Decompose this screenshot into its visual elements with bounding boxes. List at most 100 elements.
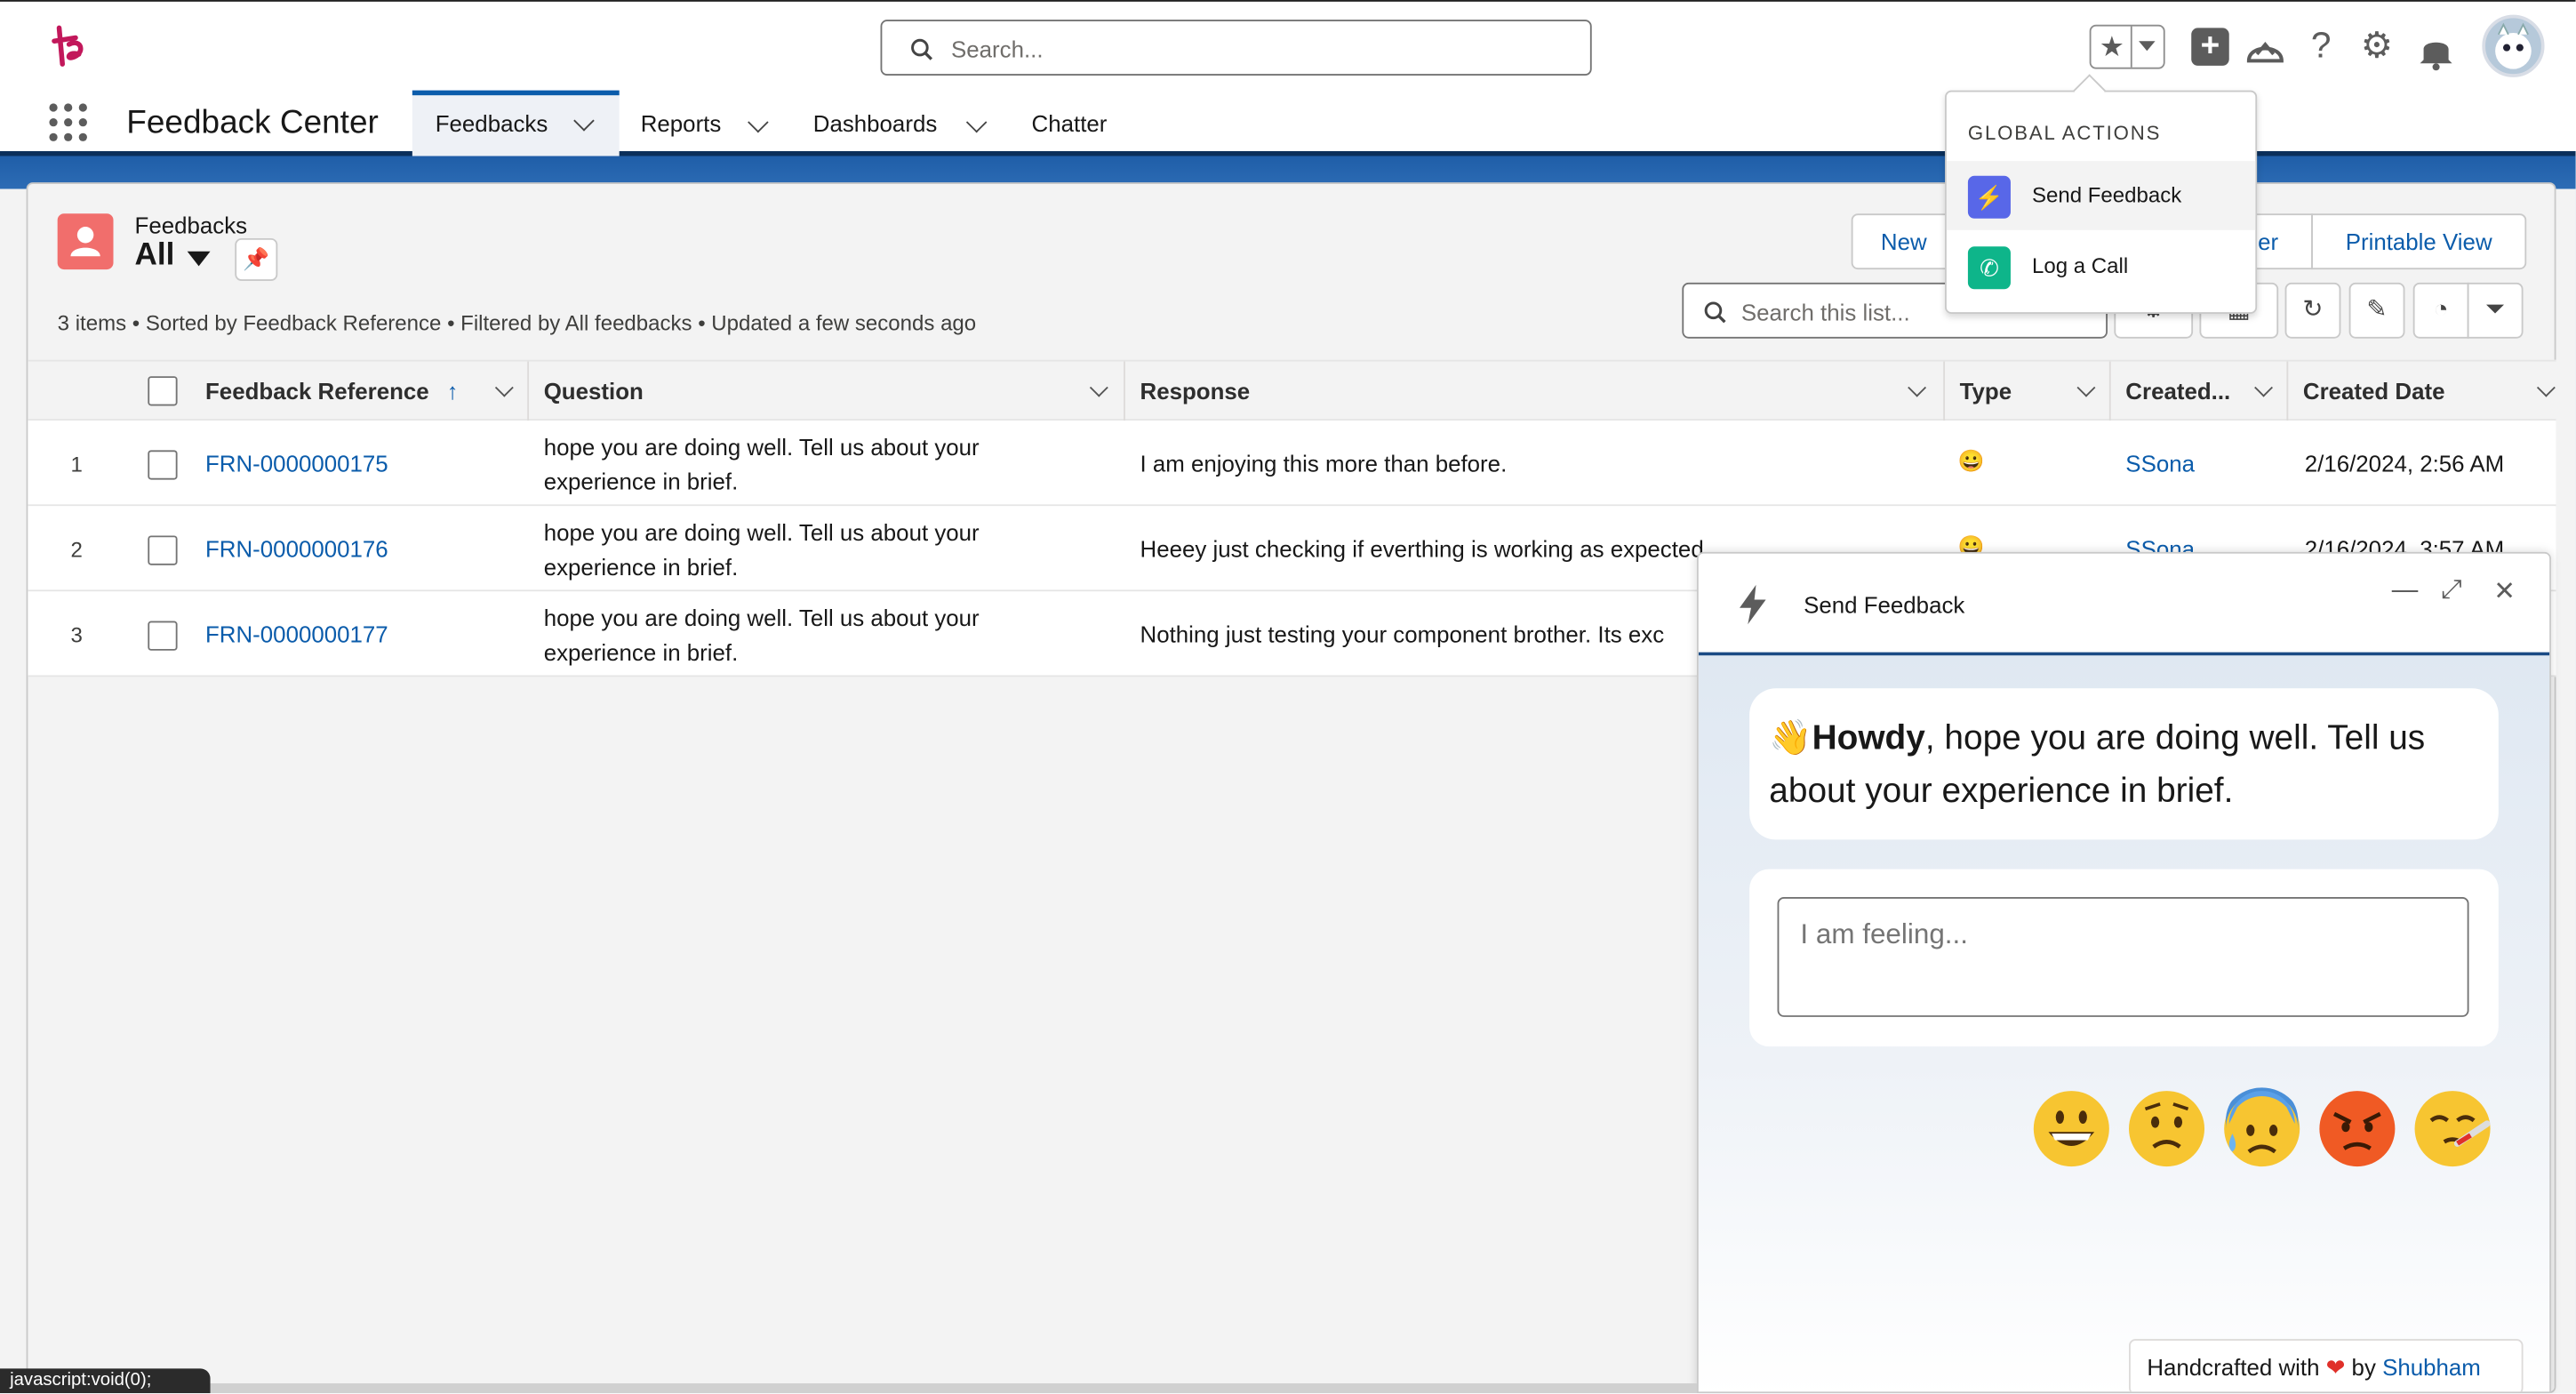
- credit-prefix: Handcrafted with: [2147, 1353, 2320, 1381]
- chevron-down-icon[interactable]: [1908, 378, 1927, 397]
- chevron-down-icon[interactable]: [748, 111, 769, 133]
- close-icon[interactable]: ✕: [2493, 575, 2516, 608]
- trailhead-icon[interactable]: [2244, 28, 2286, 74]
- tab-label: Reports: [640, 109, 722, 137]
- table-row[interactable]: 1 FRN-0000000175 hope you are doing well…: [28, 421, 2556, 507]
- row-checkbox[interactable]: [148, 621, 178, 651]
- global-actions-plus-icon[interactable]: +: [2191, 28, 2229, 66]
- horizontal-scrollbar[interactable]: [210, 1383, 1697, 1394]
- pie-chart-icon: ◔: [2433, 295, 2449, 324]
- response-cell: Nothing just testing your component brot…: [1140, 621, 1665, 648]
- app-logo[interactable]: [49, 21, 88, 70]
- row-checkbox[interactable]: [148, 450, 178, 480]
- send-feedback-panel: Send Feedback — ⤢ ✕ 👋Howdy, hope you are…: [1696, 551, 2551, 1394]
- menu-item-send-feedback[interactable]: ⚡ Send Feedback: [1946, 161, 2256, 230]
- tab-label: Dashboards: [812, 109, 938, 137]
- credit-by: by: [2351, 1353, 2376, 1381]
- waving-hand-icon: 👋: [1769, 719, 1812, 757]
- feedback-reference-link[interactable]: FRN-0000000176: [205, 535, 388, 562]
- refresh-icon: ↻: [2302, 295, 2324, 324]
- chevron-down-icon[interactable]: [2076, 378, 2096, 397]
- heart-icon: ❤: [2325, 1353, 2346, 1381]
- refresh-button[interactable]: ↻: [2284, 282, 2341, 339]
- menu-item-log-a-call[interactable]: ✆ Log a Call: [1947, 232, 2255, 301]
- list-view-switcher-caret-icon[interactable]: [187, 251, 211, 267]
- charts-button[interactable]: ◔: [2412, 282, 2469, 339]
- feedback-reference-link[interactable]: FRN-0000000177: [205, 621, 388, 648]
- favorites-button[interactable]: ★: [2089, 24, 2165, 69]
- lightning-bolt-icon: ⚡: [1967, 175, 2011, 219]
- greeting-message: 👋Howdy, hope you are doing well. Tell us…: [1749, 688, 2499, 840]
- worried-face-icon[interactable]: [2125, 1087, 2207, 1169]
- menu-item-label: Send Feedback: [2031, 182, 2182, 207]
- setup-gear-icon[interactable]: ⚙: [2356, 25, 2398, 71]
- filters-button[interactable]: ⏷: [2467, 282, 2524, 339]
- greeting-bold: Howdy: [1812, 719, 1925, 757]
- face-with-thermometer-icon[interactable]: [2412, 1087, 2493, 1169]
- chevron-down-icon[interactable]: [494, 378, 514, 397]
- column-header-response[interactable]: Response: [1140, 378, 1251, 405]
- inline-edit-button[interactable]: ✎: [2348, 282, 2405, 339]
- object-label: Feedbacks: [134, 212, 248, 238]
- tab-label: Chatter: [1031, 109, 1108, 137]
- app-name: Feedback Center: [126, 105, 379, 141]
- panel-title: Send Feedback: [1804, 591, 1965, 618]
- phone-icon: ✆: [1967, 246, 2011, 290]
- question-cell: hope you are doing well. Tell us about y…: [543, 605, 980, 666]
- author-link[interactable]: Shubham: [2382, 1354, 2481, 1381]
- column-header-type[interactable]: Type: [1960, 378, 2012, 405]
- chevron-down-icon[interactable]: [573, 110, 595, 132]
- expand-icon[interactable]: ⤢: [2441, 577, 2462, 606]
- question-cell: hope you are doing well. Tell us about y…: [543, 433, 980, 495]
- search-icon: [1704, 301, 1726, 324]
- select-all-checkbox[interactable]: [148, 376, 178, 406]
- global-actions-title: GLOBAL ACTIONS: [1967, 121, 2162, 145]
- row-number: 3: [70, 622, 83, 648]
- help-icon[interactable]: ?: [2300, 25, 2342, 71]
- panel-body: 👋Howdy, hope you are doing well. Tell us…: [1698, 655, 2550, 1392]
- list-search-placeholder: Search this list...: [1740, 299, 1910, 325]
- row-checkbox[interactable]: [148, 535, 178, 565]
- global-search-input[interactable]: Search...: [880, 20, 1592, 76]
- chevron-down-icon[interactable]: [965, 111, 988, 133]
- menu-item-label: Log a Call: [2031, 252, 2129, 278]
- tab-reports[interactable]: Reports: [621, 91, 786, 156]
- chevron-down-icon[interactable]: [2139, 41, 2156, 52]
- created-by-link[interactable]: SSona: [2125, 450, 2195, 477]
- chevron-down-icon[interactable]: [2254, 378, 2273, 397]
- created-date-cell: 2/16/2024, 2:56 AM: [2304, 450, 2505, 477]
- chevron-down-icon[interactable]: [2536, 378, 2556, 397]
- row-number: 2: [70, 537, 83, 563]
- credit-badge: Handcrafted with ❤ by Shubham: [2129, 1339, 2524, 1392]
- tab-chatter[interactable]: Chatter: [1012, 91, 1143, 156]
- chevron-down-icon[interactable]: [1089, 378, 1108, 397]
- anxious-face-with-sweat-icon[interactable]: [2220, 1087, 2302, 1169]
- column-header-feedback-reference[interactable]: Feedback Reference: [205, 378, 429, 405]
- search-icon: [911, 38, 932, 60]
- minimize-icon[interactable]: —: [2392, 577, 2419, 606]
- column-header-question[interactable]: Question: [544, 378, 644, 405]
- browser-status-bar: javascript:void(0);: [0, 1368, 211, 1394]
- tab-dashboards[interactable]: Dashboards: [792, 91, 1005, 156]
- global-header: Search... ★ + ? ⚙: [0, 0, 2576, 91]
- column-header-created-by[interactable]: Created...: [2125, 378, 2230, 405]
- star-icon: ★: [2099, 31, 2124, 63]
- tab-feedbacks[interactable]: Feedbacks: [412, 90, 620, 156]
- printable-view-button[interactable]: Printable View: [2311, 213, 2527, 270]
- pin-list-view-button[interactable]: 📌: [235, 237, 278, 282]
- list-view-name[interactable]: All: [135, 238, 175, 275]
- filter-icon: ⏷: [2484, 295, 2506, 324]
- feeling-textarea[interactable]: [1777, 897, 2469, 1017]
- user-avatar[interactable]: [2482, 14, 2545, 77]
- angry-face-icon[interactable]: [2316, 1087, 2398, 1169]
- feedback-object-icon: [57, 213, 114, 270]
- new-button[interactable]: New: [1851, 213, 1956, 270]
- column-header-created-date[interactable]: Created Date: [2303, 378, 2445, 405]
- app-launcher-icon[interactable]: [49, 103, 88, 142]
- pin-icon: 📌: [243, 246, 270, 271]
- grinning-face-icon[interactable]: [2030, 1087, 2112, 1169]
- search-placeholder: Search...: [950, 36, 1044, 63]
- notifications-bell-icon[interactable]: [2415, 28, 2458, 74]
- feedback-reference-link[interactable]: FRN-0000000175: [205, 450, 388, 477]
- question-cell: hope you are doing well. Tell us about y…: [543, 518, 980, 581]
